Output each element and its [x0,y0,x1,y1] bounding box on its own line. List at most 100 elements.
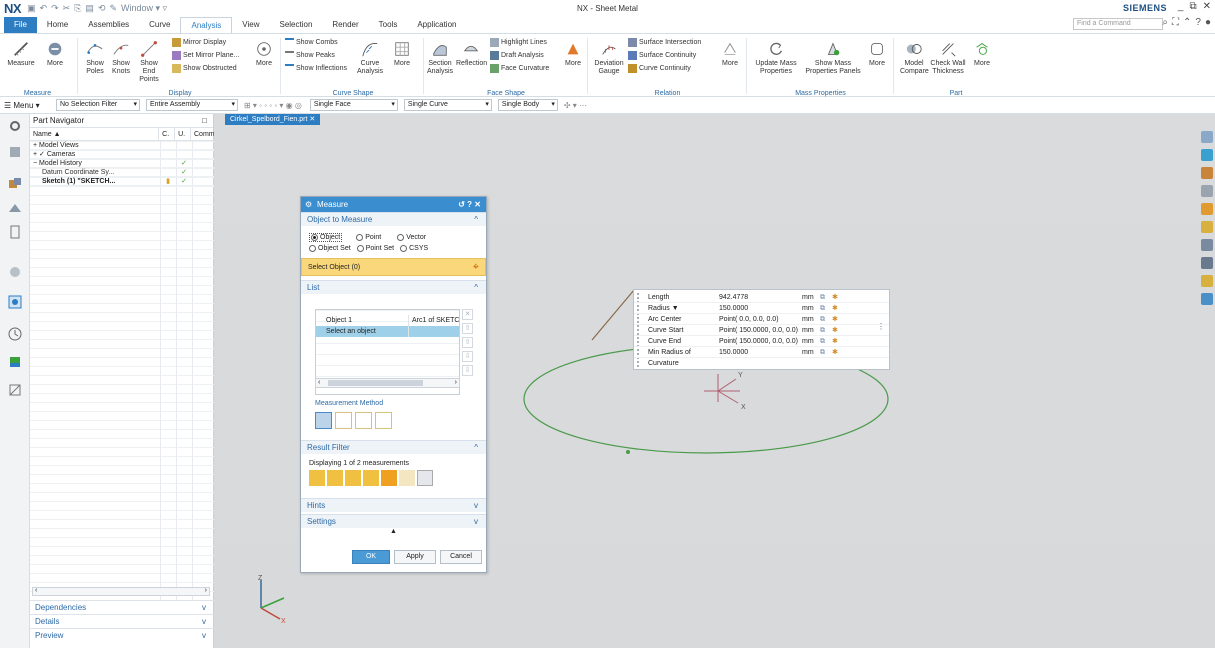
scene-icon[interactable] [1201,275,1213,287]
result-row-curve-end[interactable]: Curve End Point( 150.0000, 0.0, 0.0) mm ⧉ ✱ [634,336,889,347]
show-combs-button[interactable]: Show Combs [285,38,338,47]
window-menu[interactable]: Window ▾ ▿ [121,3,167,14]
set-mirror-plane-button[interactable]: Set Mirror Plane... [172,51,239,60]
restore-button[interactable]: ⧉ [1189,1,1196,12]
search-icon[interactable]: ⌕ [1162,17,1168,28]
list-item[interactable]: Object 1 Arc1 of SKETC [316,315,459,326]
radio-point-set[interactable]: Point Set [356,245,394,252]
gear-icon[interactable]: ⚙ [305,197,312,212]
show-poles-button[interactable]: Show Poles [82,40,108,76]
surface-continuity-button[interactable]: Surface Continuity [628,51,696,60]
help-icon[interactable]: ? [1195,17,1201,28]
maximize-icon[interactable]: □ [202,114,207,128]
hints-section[interactable]: Hints v [301,498,486,512]
method-align-icon[interactable] [335,412,352,429]
tab-analysis[interactable]: Analysis [180,17,233,33]
copy-icon[interactable]: ⎘ [74,3,81,14]
tab-curve[interactable]: Curve [139,17,180,33]
layers-icon[interactable] [1201,239,1213,251]
dependencies-panel[interactable]: Dependencies v [30,600,214,613]
result-filter-section[interactable]: Result Filter ^ [301,440,486,454]
redo-icon[interactable]: ↷ [51,3,59,14]
dialog-title-controls[interactable]: ↺ ? ✕ [458,197,481,212]
crosshair-icon[interactable]: ⌖ [473,261,479,273]
filter-point-icon[interactable] [399,470,415,486]
section-icon[interactable] [1201,293,1213,305]
details-panel[interactable]: Details v [30,614,214,627]
menu-button[interactable]: ☰ Menu ▾ [4,101,56,110]
settings-dot-icon[interactable]: ● [1205,17,1211,28]
document-tab[interactable]: Cirkel_Spelbord_Fien.prt ✕ [225,114,321,125]
cancel-button[interactable]: Cancel [440,550,482,564]
selection-scope-dropdown[interactable]: Entire Assembly [146,99,238,111]
shape-icon[interactable] [1201,203,1213,215]
command-finder-input[interactable]: Find a Command [1073,18,1163,30]
preview-panel[interactable]: Preview v [30,628,214,641]
move-down-icon[interactable]: ⇩ [462,351,473,362]
gear-icon[interactable] [7,118,23,134]
result-row-radius[interactable]: Radius ▼ 150.0000 mm ⧉ ✱ [634,303,889,314]
draft-analysis-button[interactable]: Draft Analysis [490,51,544,60]
column-u[interactable]: U. [175,128,191,140]
reflection-button[interactable]: Reflection [456,40,487,68]
render-style-icon[interactable] [1201,167,1213,179]
part-more-button[interactable]: More [970,40,994,68]
model-compare-button[interactable]: Model Compare [900,40,929,76]
repeat-icon[interactable]: ⟲ [98,3,106,14]
check-wall-thickness-button[interactable]: Check Wall Thickness [930,40,966,76]
clock-icon[interactable] [7,326,23,342]
show-peaks-button[interactable]: Show Peaks [285,51,335,60]
measure-more-button[interactable]: More [42,40,68,68]
curve-shape-more-button[interactable]: More [389,40,415,68]
face-rule-dropdown[interactable]: Single Face [309,99,398,111]
radio-csys[interactable]: CSYS [400,245,428,252]
tree-row-datum-csys[interactable]: Datum Coordinate Sy... ✓ [30,168,214,177]
filter-volume-icon[interactable] [381,470,397,486]
tab-file[interactable]: File [4,17,37,33]
paste-icon[interactable]: ▤ [85,3,94,14]
filter-triangle-icon[interactable] [345,470,361,486]
selection-filter-dropdown[interactable]: No Selection Filter [56,99,140,111]
curve-analysis-button[interactable]: Curve Analysis [355,40,385,76]
tree-row-model-views[interactable]: + Model Views [30,141,214,150]
column-c[interactable]: C. [159,128,176,140]
history-icon[interactable] [7,294,23,310]
mirror-display-button[interactable]: Mirror Display [172,38,226,47]
face-shape-more-button[interactable]: More [562,40,584,68]
settings-section[interactable]: Settings v [301,514,486,528]
object-to-measure-section[interactable]: Object to Measure ^ [301,212,486,226]
tab-application[interactable]: Application [407,17,466,33]
part-navigator-icon[interactable] [7,200,23,216]
system-scenes-icon[interactable] [7,382,23,398]
assembly-navigator-icon[interactable] [7,144,23,160]
curve-continuity-button[interactable]: Curve Continuity [628,64,691,73]
surface-intersection-button[interactable]: Surface Intersection [628,38,701,47]
cut-icon[interactable]: ✂ [63,3,71,14]
tab-home[interactable]: Home [37,17,78,33]
result-row-curve-start[interactable]: Curve Start Point( 150.0000, 0.0, 0.0) mm ⧉… [634,325,889,336]
show-inflections-button[interactable]: Show Inflections [285,64,347,73]
expand-arrow-icon[interactable]: ▲ [301,528,486,538]
minimize-button[interactable]: _ [1178,1,1184,12]
tree-row-sketch[interactable]: Sketch (1) "SKETCH... ▮ ✓ [30,177,214,186]
apply-button[interactable]: Apply [394,550,436,564]
fullscreen-icon[interactable]: ⛶ [1172,17,1179,28]
result-row-arc-center[interactable]: Arc Center Point( 0.0, 0.0, 0.0) mm ⧉ ✱ [634,314,889,325]
tree-row-cameras[interactable]: + ✓ Cameras [30,150,214,159]
view-orient-icon[interactable] [1201,131,1213,143]
display-more-button[interactable]: More [252,40,276,68]
filter-area-icon[interactable] [363,470,379,486]
more-selection-icon[interactable]: ✣ ▾ ⋯ [564,101,587,110]
move-bottom-icon[interactable]: ⇩ [462,365,473,376]
mass-more-button[interactable]: More [865,40,889,68]
pencil-icon[interactable] [1201,185,1213,197]
select-object-bar[interactable]: Select Object (0) ⌖ [301,258,486,276]
move-up-icon[interactable]: ⇧ [462,337,473,348]
constraint-navigator-icon[interactable] [7,176,23,192]
column-name[interactable]: Name ▲ [30,128,160,140]
section-analysis-button[interactable]: Section Analysis [426,40,454,76]
radio-vector[interactable]: Vector [397,234,426,241]
curve-rule-dropdown[interactable]: Single Curve [403,99,492,111]
update-mass-properties-button[interactable]: Update Mass Properties [751,40,801,76]
show-knots-button[interactable]: Show Knots [108,40,134,76]
